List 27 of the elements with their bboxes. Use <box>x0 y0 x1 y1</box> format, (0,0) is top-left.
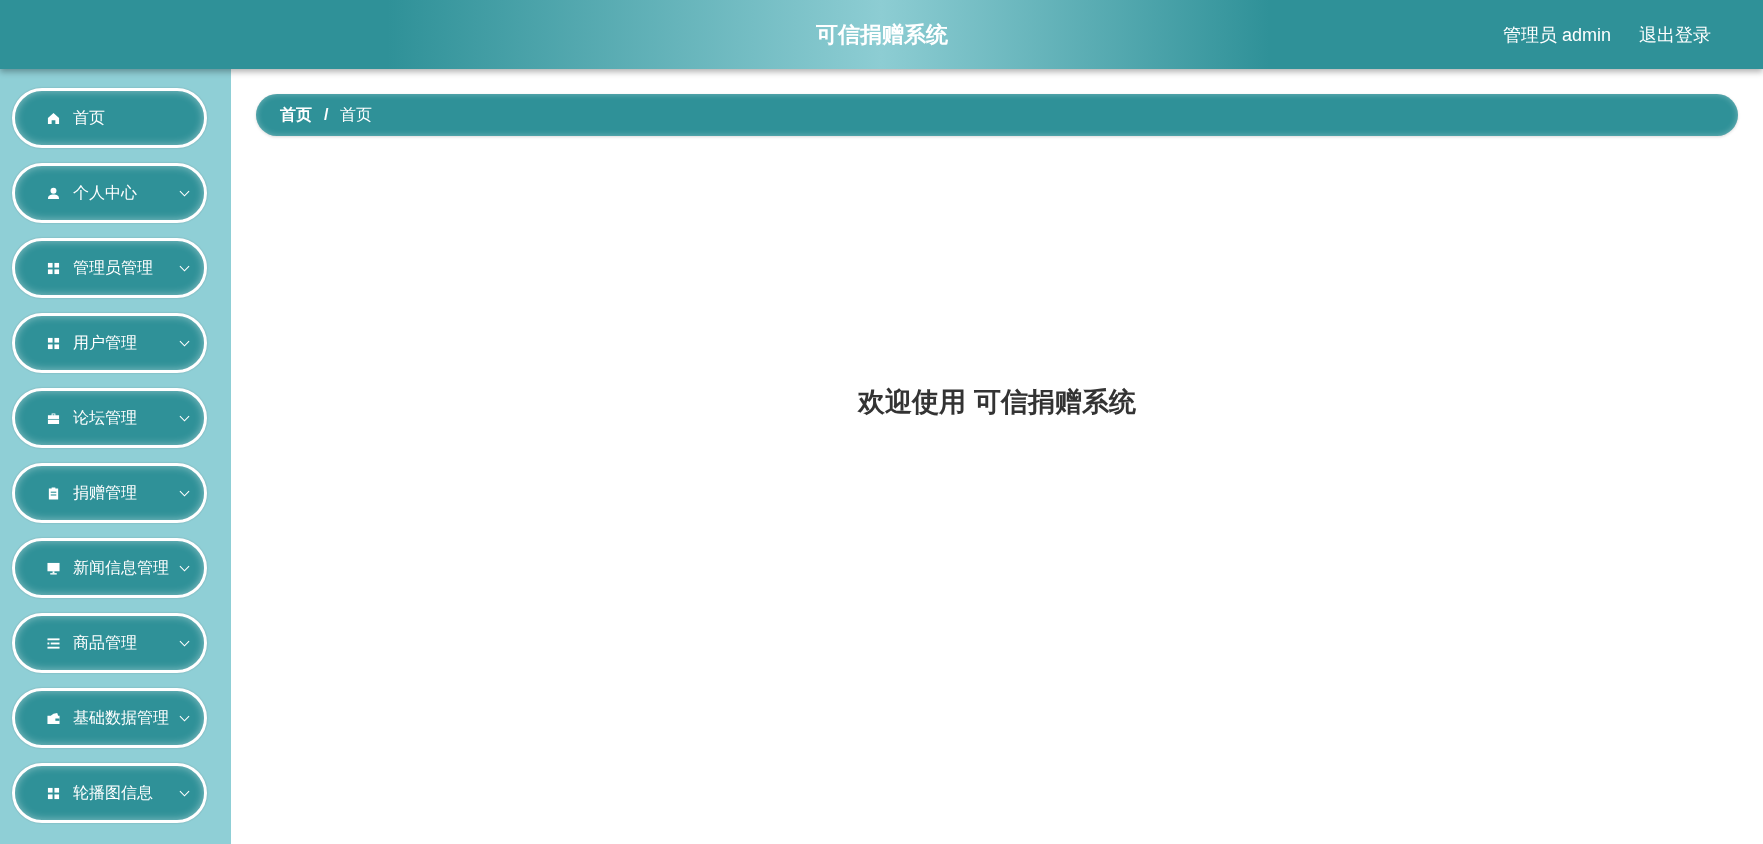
menu-item[interactable]: 用户管理 <box>12 313 207 373</box>
user-label: 管理员 admin <box>1502 23 1611 47</box>
clipboard-icon <box>47 486 60 500</box>
grid-icon <box>47 261 60 275</box>
menu-item[interactable]: 管理员管理 <box>12 238 207 298</box>
person-icon <box>47 186 60 200</box>
breadcrumb-separator: / <box>324 106 329 124</box>
list-icon <box>47 636 60 650</box>
welcome-heading: 欢迎使用 可信捐赠系统 <box>858 386 1136 419</box>
menu-item[interactable]: 轮播图信息 <box>12 763 207 823</box>
menu-item[interactable]: 捐赠管理 <box>12 463 207 523</box>
menu-item[interactable]: 论坛管理 <box>12 388 207 448</box>
briefcase-icon <box>47 411 60 425</box>
home-icon <box>47 111 60 125</box>
breadcrumb-item[interactable]: 首页 <box>280 104 312 126</box>
app-title: 可信捐赠系统 <box>815 20 948 49</box>
grid-icon <box>47 786 60 800</box>
monitor-icon <box>47 561 60 575</box>
breadcrumb-item[interactable]: 首页 <box>340 104 373 126</box>
wallet-icon <box>47 711 60 725</box>
logout-link[interactable]: 退出登录 <box>1639 22 1711 47</box>
menu-item[interactable]: 个人中心 <box>12 163 207 223</box>
menu-item[interactable]: 基础数据管理 <box>12 688 207 748</box>
menu-item[interactable]: 新闻信息管理 <box>12 538 207 598</box>
grid-icon <box>47 336 60 350</box>
menu-item[interactable]: 首页 <box>12 88 207 148</box>
menu-item[interactable]: 商品管理 <box>12 613 207 673</box>
